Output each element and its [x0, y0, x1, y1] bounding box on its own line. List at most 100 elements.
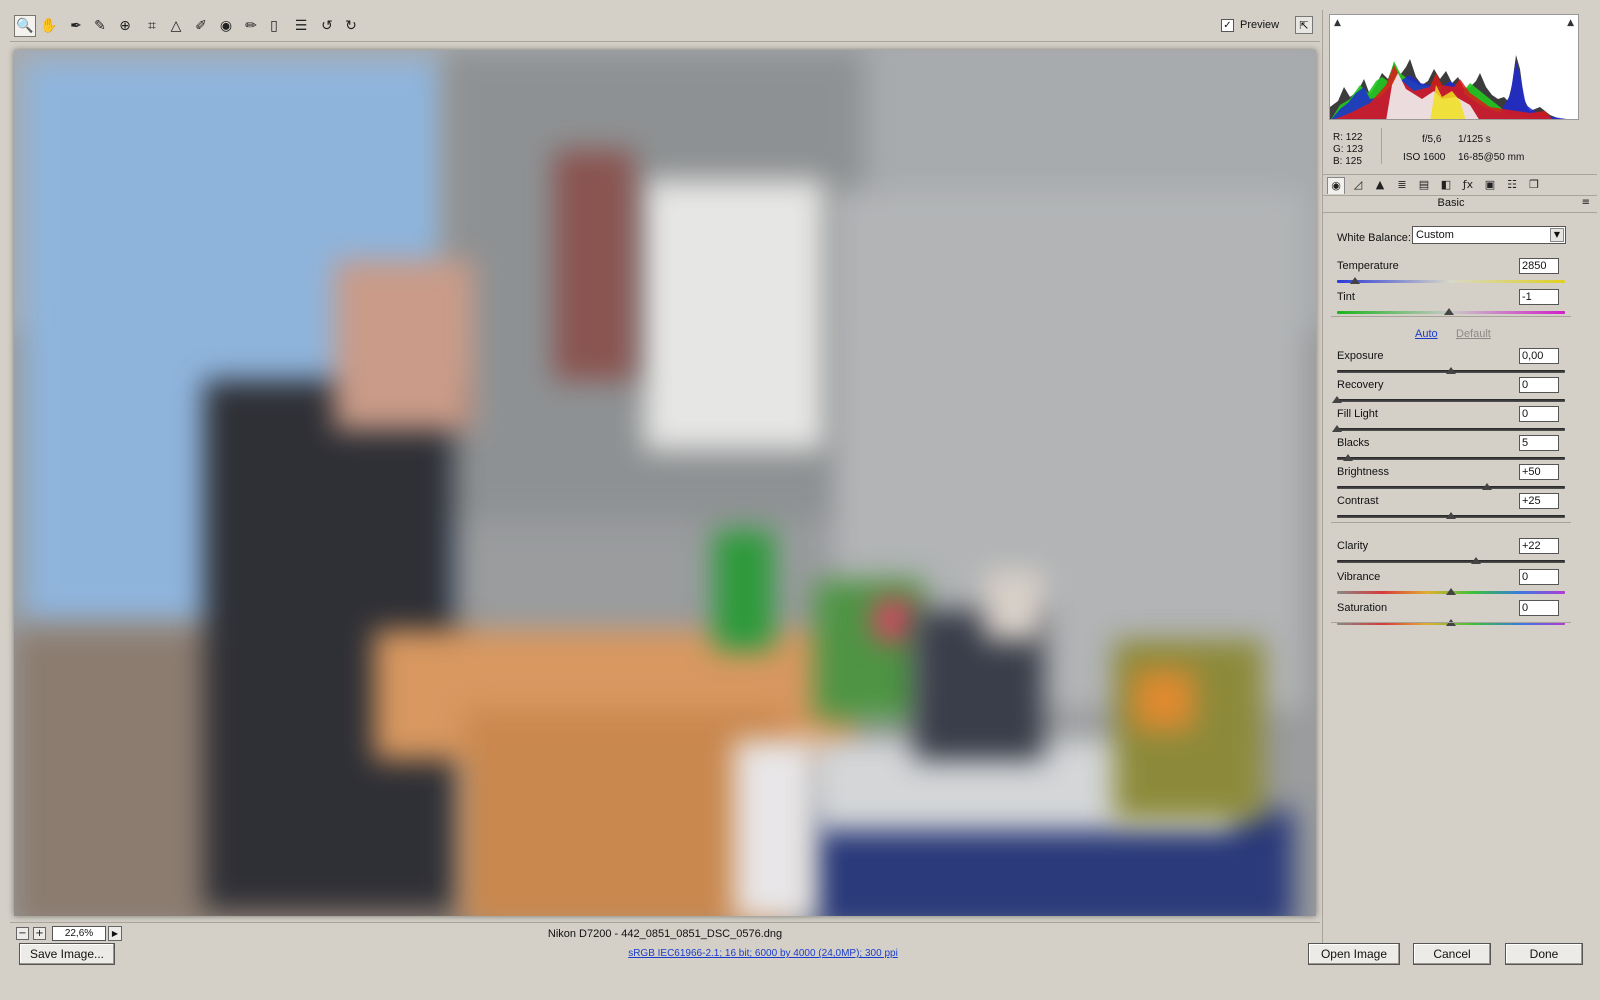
fill-light-slider-track[interactable] — [1337, 428, 1565, 431]
preferences-icon[interactable]: ☰ — [290, 15, 312, 37]
tint-slider-thumb[interactable] — [1443, 308, 1454, 315]
tab-split-toning[interactable]: ▤ — [1415, 177, 1433, 194]
temperature-slider-track[interactable] — [1337, 280, 1565, 283]
fill-light-label: Fill Light — [1337, 408, 1378, 420]
vibrance-slider-thumb[interactable] — [1446, 588, 1456, 595]
toolbar: 🔍 ✋ ✒ ✎ ⊕ ⌗ △ ✐ ◉ ✏ ▯ ☰ ↺ ↻ ✓ Preview ⇱ — [10, 10, 1320, 42]
tab-effects[interactable]: ƒx — [1459, 177, 1477, 194]
adjustments-panel: ▲ ▲ R: 122 G: 123 B: 125 f/5,6 1/125 s I… — [1322, 10, 1597, 950]
panel-title-divider — [1323, 212, 1597, 213]
section-divider — [1331, 522, 1571, 523]
contrast-value-field[interactable]: +25 — [1519, 493, 1559, 509]
lens-value: 16-85@50 mm — [1458, 152, 1525, 163]
red-readout: R: 122 — [1333, 132, 1363, 143]
histogram-graph — [1330, 55, 1567, 119]
blacks-label: Blacks — [1337, 437, 1370, 449]
preview-checkbox[interactable]: ✓ — [1221, 19, 1234, 32]
white-balance-tool-icon[interactable]: ✒ — [65, 15, 87, 37]
aperture-value: f/5,6 — [1422, 134, 1442, 145]
red-eye-tool-icon[interactable]: ◉ — [215, 15, 237, 37]
tab-presets[interactable]: ☷ — [1503, 177, 1521, 194]
tab-basic[interactable]: ◉ — [1327, 177, 1345, 194]
tab-hsl-grayscale[interactable]: ≣ — [1393, 177, 1411, 194]
tint-value-field[interactable]: -1 — [1519, 289, 1559, 305]
blacks-slider-thumb[interactable] — [1343, 454, 1354, 461]
cancel-button[interactable]: Cancel — [1413, 943, 1491, 965]
saturation-label: Saturation — [1337, 602, 1388, 614]
white-balance-select[interactable]: Custom ▼ — [1412, 226, 1566, 244]
blacks-value-field[interactable]: 5 — [1519, 435, 1559, 451]
dropdown-arrow-icon[interactable]: ▼ — [1550, 228, 1564, 242]
iso-value: ISO 1600 — [1403, 152, 1446, 163]
brightness-slider-track[interactable] — [1337, 486, 1565, 489]
clarity-label: Clarity — [1337, 540, 1369, 552]
section-divider — [1331, 316, 1571, 317]
shadow-clipping-warning-icon[interactable]: ▲ — [1334, 18, 1341, 28]
recovery-slider-thumb[interactable] — [1332, 396, 1342, 403]
hand-tool-icon[interactable]: ✋ — [38, 15, 60, 37]
shutter-value: 1/125 s — [1458, 134, 1491, 145]
open-image-button[interactable]: Open Image — [1308, 943, 1400, 965]
histogram: ▲ ▲ — [1329, 14, 1579, 120]
zoom-tool-icon[interactable]: 🔍 — [14, 15, 36, 37]
blue-readout: B: 125 — [1333, 156, 1362, 167]
tab-camera-calibration[interactable]: ▣ — [1481, 177, 1499, 194]
tab-detail[interactable]: ▲ — [1371, 177, 1389, 194]
info-divider — [1381, 128, 1382, 164]
targeted-adjustment-tool-icon[interactable]: ⊕ — [114, 15, 136, 37]
crop-tool-icon[interactable]: ⌗ — [141, 15, 163, 37]
green-readout: G: 123 — [1333, 144, 1364, 155]
highlight-clipping-warning-icon[interactable]: ▲ — [1567, 18, 1574, 28]
white-balance-value: Custom — [1416, 229, 1454, 241]
panel-menu-icon[interactable]: ≡ — [1582, 197, 1590, 208]
color-sampler-tool-icon[interactable]: ✎ — [89, 15, 111, 37]
fill-light-value-field[interactable]: 0 — [1519, 406, 1559, 422]
brightness-slider-thumb[interactable] — [1482, 483, 1493, 490]
spot-removal-tool-icon[interactable]: ✐ — [190, 15, 212, 37]
image-canvas[interactable] — [10, 44, 1320, 922]
rotate-left-icon[interactable]: ↺ — [316, 15, 338, 37]
section-divider — [1331, 622, 1571, 623]
exposure-label: Exposure — [1337, 350, 1384, 362]
preview-label: Preview — [1240, 19, 1280, 31]
clarity-slider-track[interactable] — [1337, 560, 1565, 563]
exposure-slider-thumb[interactable] — [1446, 367, 1456, 374]
vibrance-label: Vibrance — [1337, 571, 1381, 583]
brightness-value-field[interactable]: +50 — [1519, 464, 1559, 480]
photo-preview[interactable] — [14, 50, 1316, 916]
clarity-slider-thumb[interactable] — [1471, 557, 1482, 564]
tint-label: Tint — [1337, 291, 1355, 303]
recovery-slider-track[interactable] — [1337, 399, 1565, 402]
default-link[interactable]: Default — [1456, 328, 1491, 340]
contrast-label: Contrast — [1337, 495, 1379, 507]
tab-tone-curve[interactable]: ◿ — [1349, 177, 1367, 194]
fill-light-slider-thumb[interactable] — [1332, 425, 1342, 432]
recovery-label: Recovery — [1337, 379, 1384, 391]
panel-title: Basic — [1437, 197, 1465, 209]
canvas-status-bar: − + 22,6% ▶ Nikon D7200 - 442_0851_0851_… — [10, 922, 1320, 944]
straighten-tool-icon[interactable]: △ — [165, 15, 187, 37]
adjustment-brush-tool-icon[interactable]: ✏ — [240, 15, 262, 37]
pixel-info: R: 122 G: 123 B: 125 f/5,6 1/125 s ISO 1… — [1323, 122, 1597, 172]
saturation-value-field[interactable]: 0 — [1519, 600, 1559, 616]
contrast-slider-thumb[interactable] — [1446, 512, 1456, 519]
temperature-value-field[interactable]: 2850 — [1519, 258, 1559, 274]
vibrance-value-field[interactable]: 0 — [1519, 569, 1559, 585]
workflow-options-link[interactable]: sRGB IEC61966-2.1; 16 bit; 6000 by 4000 … — [0, 948, 1526, 959]
brightness-label: Brightness — [1337, 466, 1389, 478]
tab-lens-corrections[interactable]: ◧ — [1437, 177, 1455, 194]
panel-tabs: ◉ ◿ ▲ ≣ ▤ ◧ ƒx ▣ ☷ ❐ — [1323, 174, 1597, 196]
clarity-value-field[interactable]: +22 — [1519, 538, 1559, 554]
done-button[interactable]: Done — [1505, 943, 1583, 965]
blacks-slider-track[interactable] — [1337, 457, 1565, 460]
fullscreen-toggle-icon[interactable]: ⇱ — [1295, 16, 1313, 34]
recovery-value-field[interactable]: 0 — [1519, 377, 1559, 393]
rotate-right-icon[interactable]: ↻ — [340, 15, 362, 37]
camera-raw-window: 🔍 ✋ ✒ ✎ ⊕ ⌗ △ ✐ ◉ ✏ ▯ ☰ ↺ ↻ ✓ Preview ⇱ — [10, 10, 1597, 950]
graduated-filter-tool-icon[interactable]: ▯ — [263, 15, 285, 37]
white-balance-label: White Balance: — [1337, 232, 1411, 244]
exposure-value-field[interactable]: 0,00 — [1519, 348, 1559, 364]
auto-link[interactable]: Auto — [1415, 328, 1438, 340]
tab-snapshots[interactable]: ❐ — [1525, 177, 1543, 194]
temperature-slider-thumb[interactable] — [1350, 277, 1361, 284]
